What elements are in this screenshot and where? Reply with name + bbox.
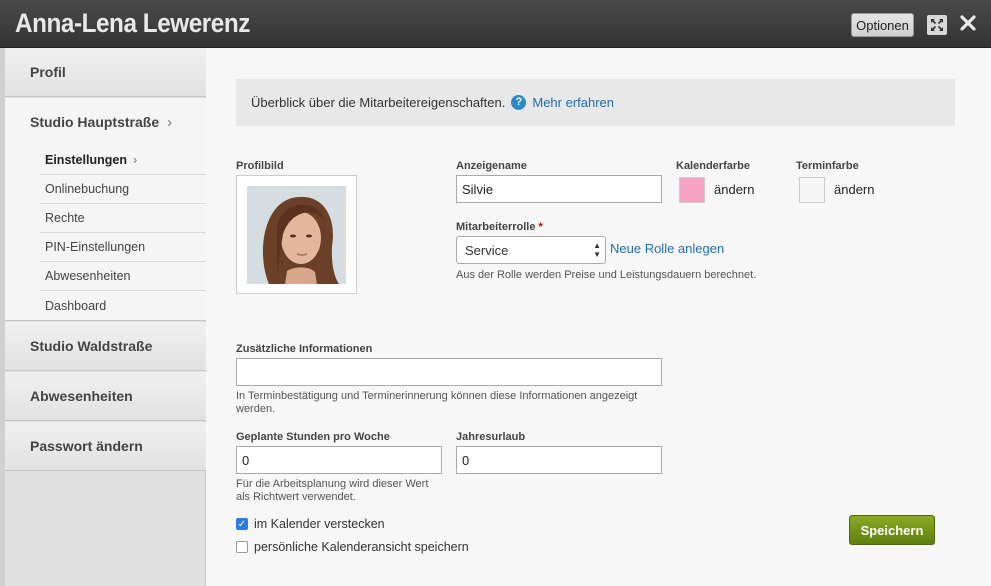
vacation-label: Jahresurlaub: [456, 431, 526, 443]
info-text: Überblick über die Mitarbeitereigenschaf…: [251, 95, 506, 110]
weekly-hours-input[interactable]: 0: [236, 446, 442, 474]
display-name-label: Anzeigename: [456, 160, 527, 172]
select-arrows-icon: ▲ ▼: [593, 241, 601, 259]
role-label: Mitarbeiterrolle *: [456, 221, 543, 233]
appointment-color-swatch[interactable]: [799, 177, 825, 203]
sidebar-item-passwort-aendern[interactable]: Passwort ändern: [5, 422, 206, 471]
save-calendar-view-checkbox[interactable]: [236, 541, 248, 553]
save-button[interactable]: Speichern: [849, 515, 935, 545]
fullscreen-icon[interactable]: [927, 15, 947, 35]
role-select-value: Service: [465, 242, 509, 258]
profile-picture-label: Profilbild: [236, 160, 284, 172]
main-content: Überblick über die Mitarbeitereigenschaf…: [206, 48, 991, 586]
sidebar-subitem-dashboard[interactable]: Dashboard: [40, 291, 206, 320]
chevron-right-icon: ›: [132, 153, 138, 167]
appointment-color-label: Terminfarbe: [796, 160, 859, 172]
vacation-input[interactable]: 0: [456, 446, 662, 474]
profile-photo: [247, 186, 346, 284]
weekly-hours-label: Geplante Stunden pro Woche: [236, 431, 390, 443]
profile-picture[interactable]: [236, 175, 357, 294]
sidebar-subitem-label: Abwesenheiten: [45, 269, 131, 283]
chevron-right-icon: ›: [167, 113, 173, 131]
window-header: Anna-Lena Lewerenz Optionen: [0, 0, 991, 48]
sidebar-item-studio-hauptstrasse[interactable]: Studio Hauptstraße ›: [5, 98, 206, 147]
help-icon[interactable]: ?: [511, 95, 527, 110]
new-role-link[interactable]: Neue Rolle anlegen: [610, 241, 724, 256]
sidebar-item-label: Abwesenheiten: [30, 388, 133, 404]
sidebar-item-profil[interactable]: Profil: [5, 48, 206, 97]
sidebar-subitem-rechte[interactable]: Rechte: [40, 204, 206, 233]
calendar-color-swatch[interactable]: [679, 177, 705, 203]
sidebar-submenu: Einstellungen › Onlinebuchung Rechte PIN…: [5, 146, 206, 321]
more-info-link[interactable]: Mehr erfahren: [532, 95, 614, 110]
sidebar-subitem-onlinebuchung[interactable]: Onlinebuchung: [40, 175, 206, 204]
additional-info-label: Zusätzliche Informationen: [236, 343, 373, 355]
role-hint: Aus der Rolle werden Preise und Leistung…: [456, 269, 757, 281]
sidebar: Profil Studio Hauptstraße › Einstellunge…: [5, 48, 206, 586]
save-calendar-view-label: persönliche Kalenderansicht speichern: [254, 540, 469, 554]
weekly-hours-hint-line: Für die Arbeitsplanung wird dieser Wert: [236, 478, 429, 490]
sidebar-subitem-label: Onlinebuchung: [45, 182, 130, 196]
calendar-color-label: Kalenderfarbe: [676, 160, 750, 172]
info-box: Überblick über die Mitarbeitereigenschaf…: [236, 79, 955, 126]
sidebar-item-label: Profil: [30, 64, 66, 80]
role-label-text: Mitarbeiterrolle: [456, 221, 536, 233]
sidebar-subitem-einstellungen[interactable]: Einstellungen ›: [40, 146, 206, 175]
hide-in-calendar-label: im Kalender verstecken: [254, 517, 385, 531]
sidebar-item-label: Studio Hauptstraße: [30, 114, 160, 130]
weekly-hours-hint: Für die Arbeitsplanung wird dieser Wert …: [236, 478, 428, 504]
role-select[interactable]: Service ▲ ▼: [456, 236, 606, 264]
sidebar-subitem-pin-einstellungen[interactable]: PIN-Einstellungen: [40, 233, 206, 262]
additional-info-input[interactable]: [236, 358, 662, 386]
change-calendar-color-link[interactable]: ändern: [714, 182, 754, 197]
change-appointment-color-link[interactable]: ändern: [834, 182, 874, 197]
additional-info-hint: In Terminbestätigung und Terminerinnerun…: [236, 390, 637, 416]
close-icon[interactable]: [959, 14, 977, 32]
sidebar-item-label: Studio Waldstraße: [30, 338, 153, 354]
sidebar-item-studio-waldstrasse[interactable]: Studio Waldstraße: [5, 322, 206, 371]
window-title: Anna-Lena Lewerenz: [15, 8, 250, 38]
required-marker: *: [538, 221, 543, 233]
sidebar-subitem-label: PIN-Einstellungen: [45, 240, 146, 254]
display-name-input[interactable]: Silvie: [456, 175, 662, 203]
sidebar-subitem-label: Dashboard: [45, 298, 107, 313]
additional-info-hint-line: werden.: [236, 403, 276, 415]
sidebar-subitem-abwesenheiten[interactable]: Abwesenheiten: [40, 262, 206, 291]
sidebar-item-abwesenheiten[interactable]: Abwesenheiten: [5, 372, 206, 421]
options-button[interactable]: Optionen: [851, 13, 914, 37]
weekly-hours-hint-line: als Richtwert verwendet.: [236, 491, 356, 503]
additional-info-hint-line: In Terminbestätigung und Terminerinnerun…: [236, 390, 638, 402]
hide-in-calendar-checkbox[interactable]: ✓: [236, 518, 248, 530]
portrait-image: [247, 186, 346, 284]
sidebar-item-label: Passwort ändern: [30, 438, 143, 454]
sidebar-subitem-label: Einstellungen: [45, 153, 127, 167]
sidebar-subitem-label: Rechte: [45, 211, 85, 225]
